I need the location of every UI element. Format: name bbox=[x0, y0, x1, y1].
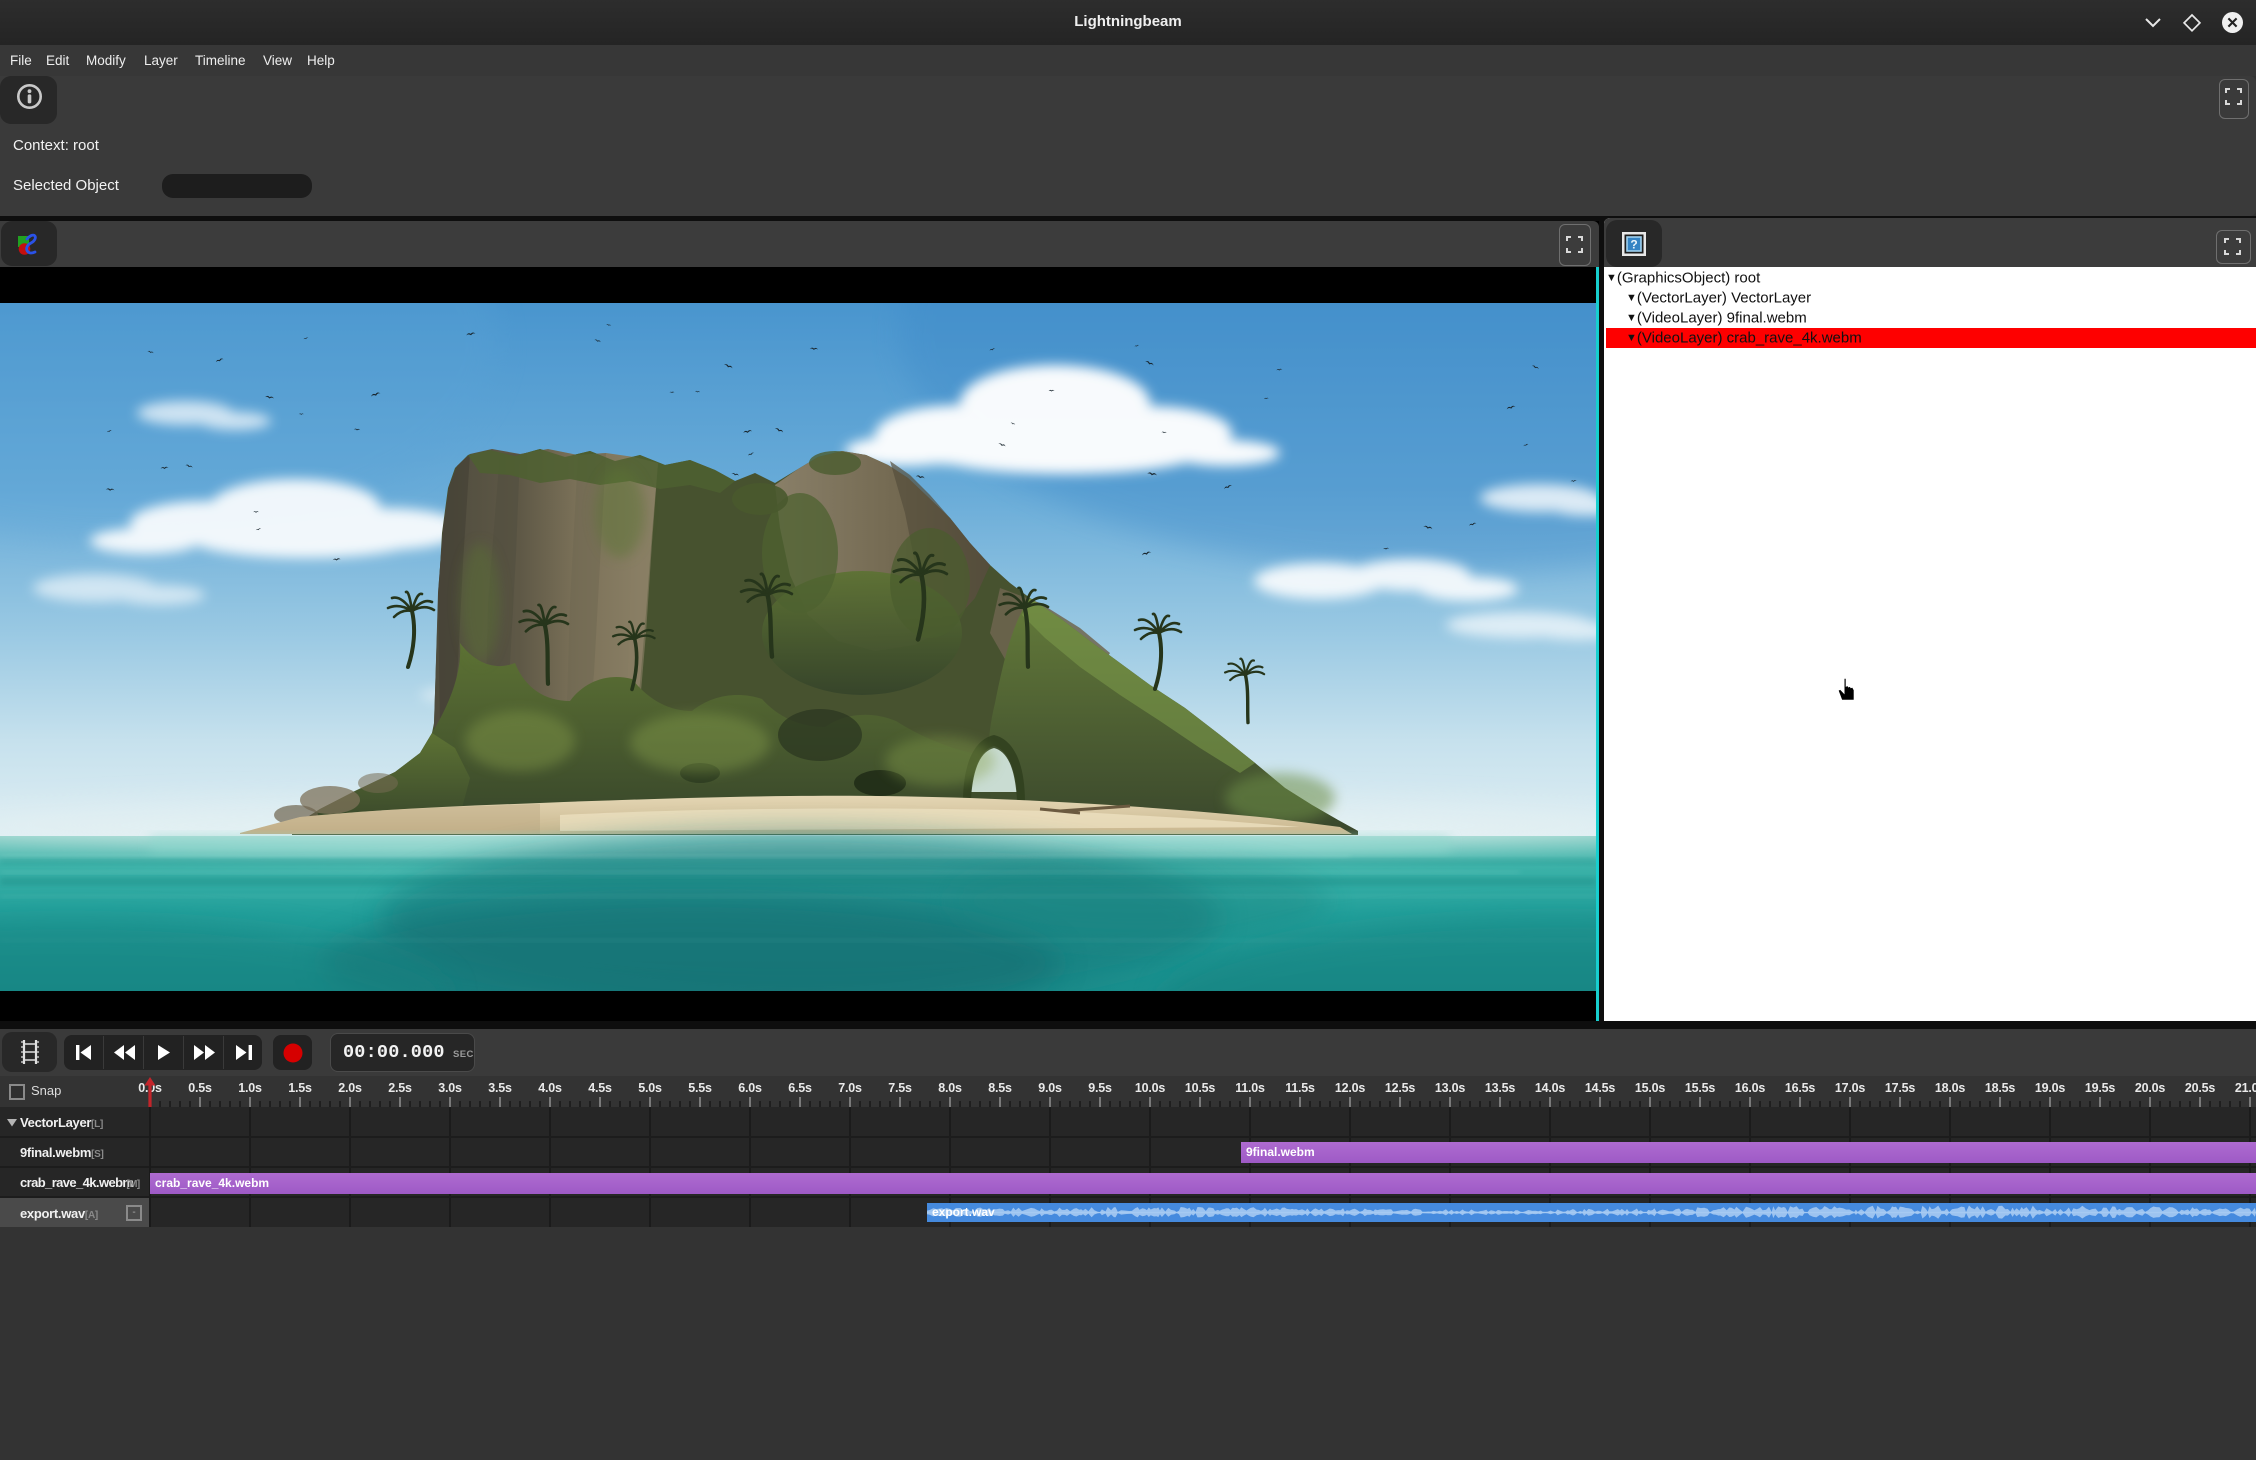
svg-text:?: ? bbox=[1630, 238, 1637, 252]
